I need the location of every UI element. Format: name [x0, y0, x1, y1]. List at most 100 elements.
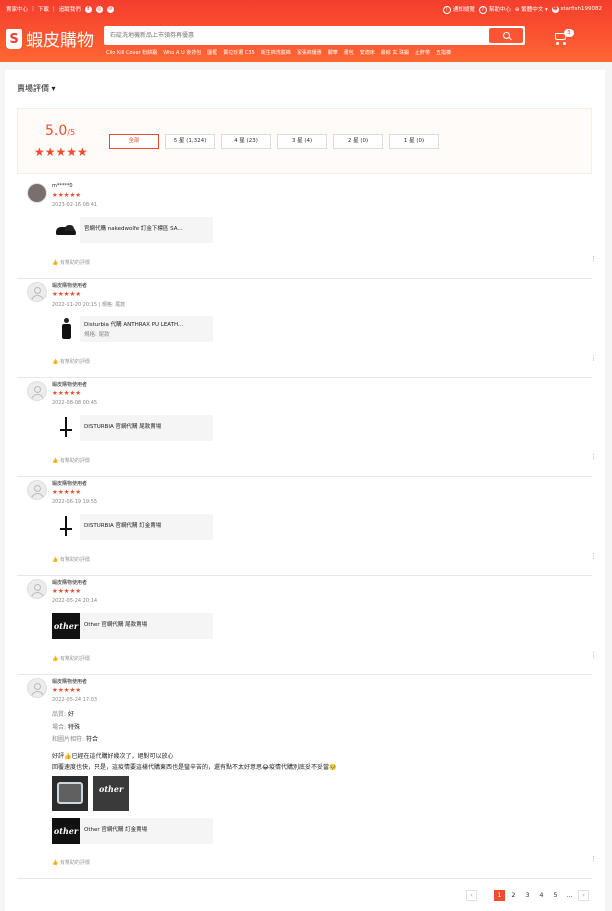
more-options-icon[interactable]: ⋮	[590, 256, 597, 263]
user-avatar-icon[interactable]	[27, 579, 47, 599]
review-date: 2023-02-16 08:41	[52, 202, 98, 208]
search-hint-link[interactable]: Who A U 後背包	[163, 49, 201, 56]
ratings-title-text: 賣場評價	[17, 84, 49, 93]
user-avatar-icon[interactable]	[27, 381, 47, 401]
user-avatar-icon[interactable]	[27, 678, 47, 698]
bell-icon: !	[442, 5, 451, 14]
search-button[interactable]	[489, 28, 523, 43]
next-page-button[interactable]: ›	[578, 890, 589, 901]
user-avatar-icon[interactable]	[27, 183, 47, 203]
cart-count-badge: 3	[564, 29, 574, 37]
helpful-label: 有幫助的評價	[59, 260, 90, 266]
more-options-icon[interactable]: ⋮	[590, 553, 597, 560]
review-stars: ★★★★★	[52, 686, 82, 694]
avatar-shoulders	[31, 691, 44, 697]
helpful-button[interactable]: 👍 有幫助的評價	[52, 859, 90, 866]
search-hint-link[interactable]: 腳華	[328, 49, 338, 56]
search-hint-link[interactable]: 衛生棉洗臉棉	[261, 49, 291, 56]
user-menu[interactable]: ☻ starfish199082	[551, 5, 602, 13]
more-options-icon[interactable]: ⋮	[590, 355, 597, 362]
search-hint-link[interactable]: 最綜 玄 珠鍛	[381, 49, 409, 56]
helpful-button[interactable]: 👍 有幫助的評價	[52, 457, 90, 464]
rating-filter-button[interactable]: 全部	[109, 134, 159, 149]
page-number-button[interactable]: 3	[522, 890, 533, 901]
page-number-button[interactable]: 4	[536, 890, 547, 901]
attribute-value: 好	[67, 711, 74, 718]
rating-filter-button[interactable]: 5 星 (1,324)	[165, 134, 215, 149]
avatar-shoulders	[31, 295, 44, 301]
reviewer-name[interactable]: 蝦皮購物使用者	[52, 381, 87, 388]
username-label: starfish199082	[560, 5, 602, 12]
reviewer-name[interactable]: 蝦皮購物使用者	[52, 282, 87, 289]
review-photo[interactable]: other	[93, 776, 129, 811]
attribute-quality: 品質: 好	[52, 709, 98, 722]
score-suffix: /5	[67, 128, 76, 137]
review-item: 蝦皮購物使用者 ★★★★★ 2022-05-24 20:14 other Other 官…	[17, 576, 597, 675]
help-link[interactable]: ? 幫助中心	[478, 5, 511, 14]
logo-text: 蝦皮購物	[26, 31, 94, 51]
search-hint-link[interactable]: 止鼾帶	[415, 49, 430, 56]
more-options-icon[interactable]: ⋮	[590, 454, 597, 461]
ratings-title[interactable]: 賣場評價 ▾	[17, 83, 56, 94]
product-card[interactable]: DISTURBIA 官網代購 訂金賣場	[52, 514, 213, 540]
search-hint-link[interactable]: 書包	[344, 49, 354, 56]
prev-page-button[interactable]: ‹	[466, 890, 477, 901]
thumbs-up-icon: 👍	[52, 557, 59, 563]
shopee-logo[interactable]: S 蝦皮購物	[6, 26, 94, 51]
search-hint-link[interactable]: 潔張商優惠	[297, 49, 322, 56]
review-photo-brand: other	[99, 784, 124, 794]
product-card[interactable]: other Other 官網代購 尾款賣場	[52, 613, 213, 639]
divider: |	[32, 6, 34, 12]
helpful-button[interactable]: 👍 有幫助的評價	[52, 259, 90, 266]
search-hint-link[interactable]: 賣拉珍選 C35	[223, 49, 254, 56]
attribute-label: 場合:	[52, 723, 67, 731]
product-name: 官網代購 nakedwolfe 訂金下標區 SA...	[84, 226, 183, 232]
page-number-button[interactable]: 5	[550, 890, 561, 901]
attribute-photo-match: 和圖片相符: 符合	[52, 734, 98, 747]
product-card[interactable]: 官網代購 nakedwolfe 訂金下標區 SA...	[52, 217, 213, 243]
search-input[interactable]	[104, 26, 484, 45]
facebook-icon[interactable]: f	[84, 5, 92, 13]
avatar-shoulders	[31, 493, 44, 499]
rating-filter-button[interactable]: 2 星 (0)	[333, 134, 383, 149]
rating-filter-button[interactable]: 4 星 (23)	[221, 134, 271, 149]
more-options-icon[interactable]: ⋮	[590, 856, 597, 863]
user-avatar-icon[interactable]	[27, 282, 47, 302]
product-card[interactable]: DISTURBIA 官網代購 尾款賣場	[52, 415, 213, 441]
helpful-button[interactable]: 👍 有幫助的評價	[52, 358, 90, 365]
site-header: 賣家中心 | 下載 | 追蹤我們 f ◎ ✉ ! 通知總覽 ? 幫助中心 ⊕ 繁體中…	[0, 0, 612, 62]
product-image	[60, 417, 72, 439]
reviewer-name[interactable]: 蝦皮購物使用者	[52, 678, 87, 685]
rating-filter-button[interactable]: 1 星 (0)	[389, 134, 439, 149]
thumbs-up-icon: 👍	[52, 860, 59, 866]
thumbs-up-icon: 👍	[52, 458, 59, 464]
download-link[interactable]: 下載	[38, 5, 49, 13]
notifications-link[interactable]: ! 通知總覽	[442, 5, 475, 14]
product-card[interactable]: other Other 官網代購 訂金賣場	[52, 818, 213, 844]
language-selector[interactable]: ⊕ 繁體中文 ▾	[515, 5, 548, 13]
review-photo[interactable]	[52, 776, 88, 811]
instagram-icon[interactable]: ◎	[95, 5, 103, 13]
pagination-ellipsis: ...	[566, 891, 573, 899]
more-options-icon[interactable]: ⋮	[590, 652, 597, 659]
page-number-button[interactable]: 2	[508, 890, 519, 901]
helpful-button[interactable]: 👍 有幫助的評價	[52, 655, 90, 662]
reviewer-name[interactable]: m*****0	[52, 183, 73, 189]
product-card[interactable]: Disturbia 代購 ANTHRAX PU LEATH... 規格: 尾款	[52, 316, 213, 342]
review-item: 蝦皮購物使用者 ★★★★★ 2022-08-08 00:45 DISTURBIA 官網…	[17, 378, 597, 477]
reviewer-name[interactable]: 蝦皮購物使用者	[52, 480, 87, 487]
globe-icon: ⊕	[514, 7, 520, 13]
rating-filter-button[interactable]: 3 星 (4)	[277, 134, 327, 149]
page-number-button[interactable]: 1	[494, 890, 505, 901]
helpful-button[interactable]: 👍 有幫助的評價	[52, 556, 90, 563]
reviewer-name[interactable]: 蝦皮購物使用者	[52, 579, 87, 586]
seller-center-link[interactable]: 賣家中心	[6, 5, 28, 13]
search-hint-link[interactable]: Clio Kill Cover 粉餅霜	[106, 49, 157, 56]
search-hint-link[interactable]: 安適床	[360, 49, 375, 56]
line-icon[interactable]: ✉	[106, 5, 114, 13]
attribute-value: 符合	[85, 736, 98, 743]
search-hint-link[interactable]: 圖框	[207, 49, 217, 56]
product-thumbnail: other	[52, 818, 80, 844]
search-hint-link[interactable]: 五指襪	[436, 49, 451, 56]
user-avatar-icon[interactable]	[27, 480, 47, 500]
